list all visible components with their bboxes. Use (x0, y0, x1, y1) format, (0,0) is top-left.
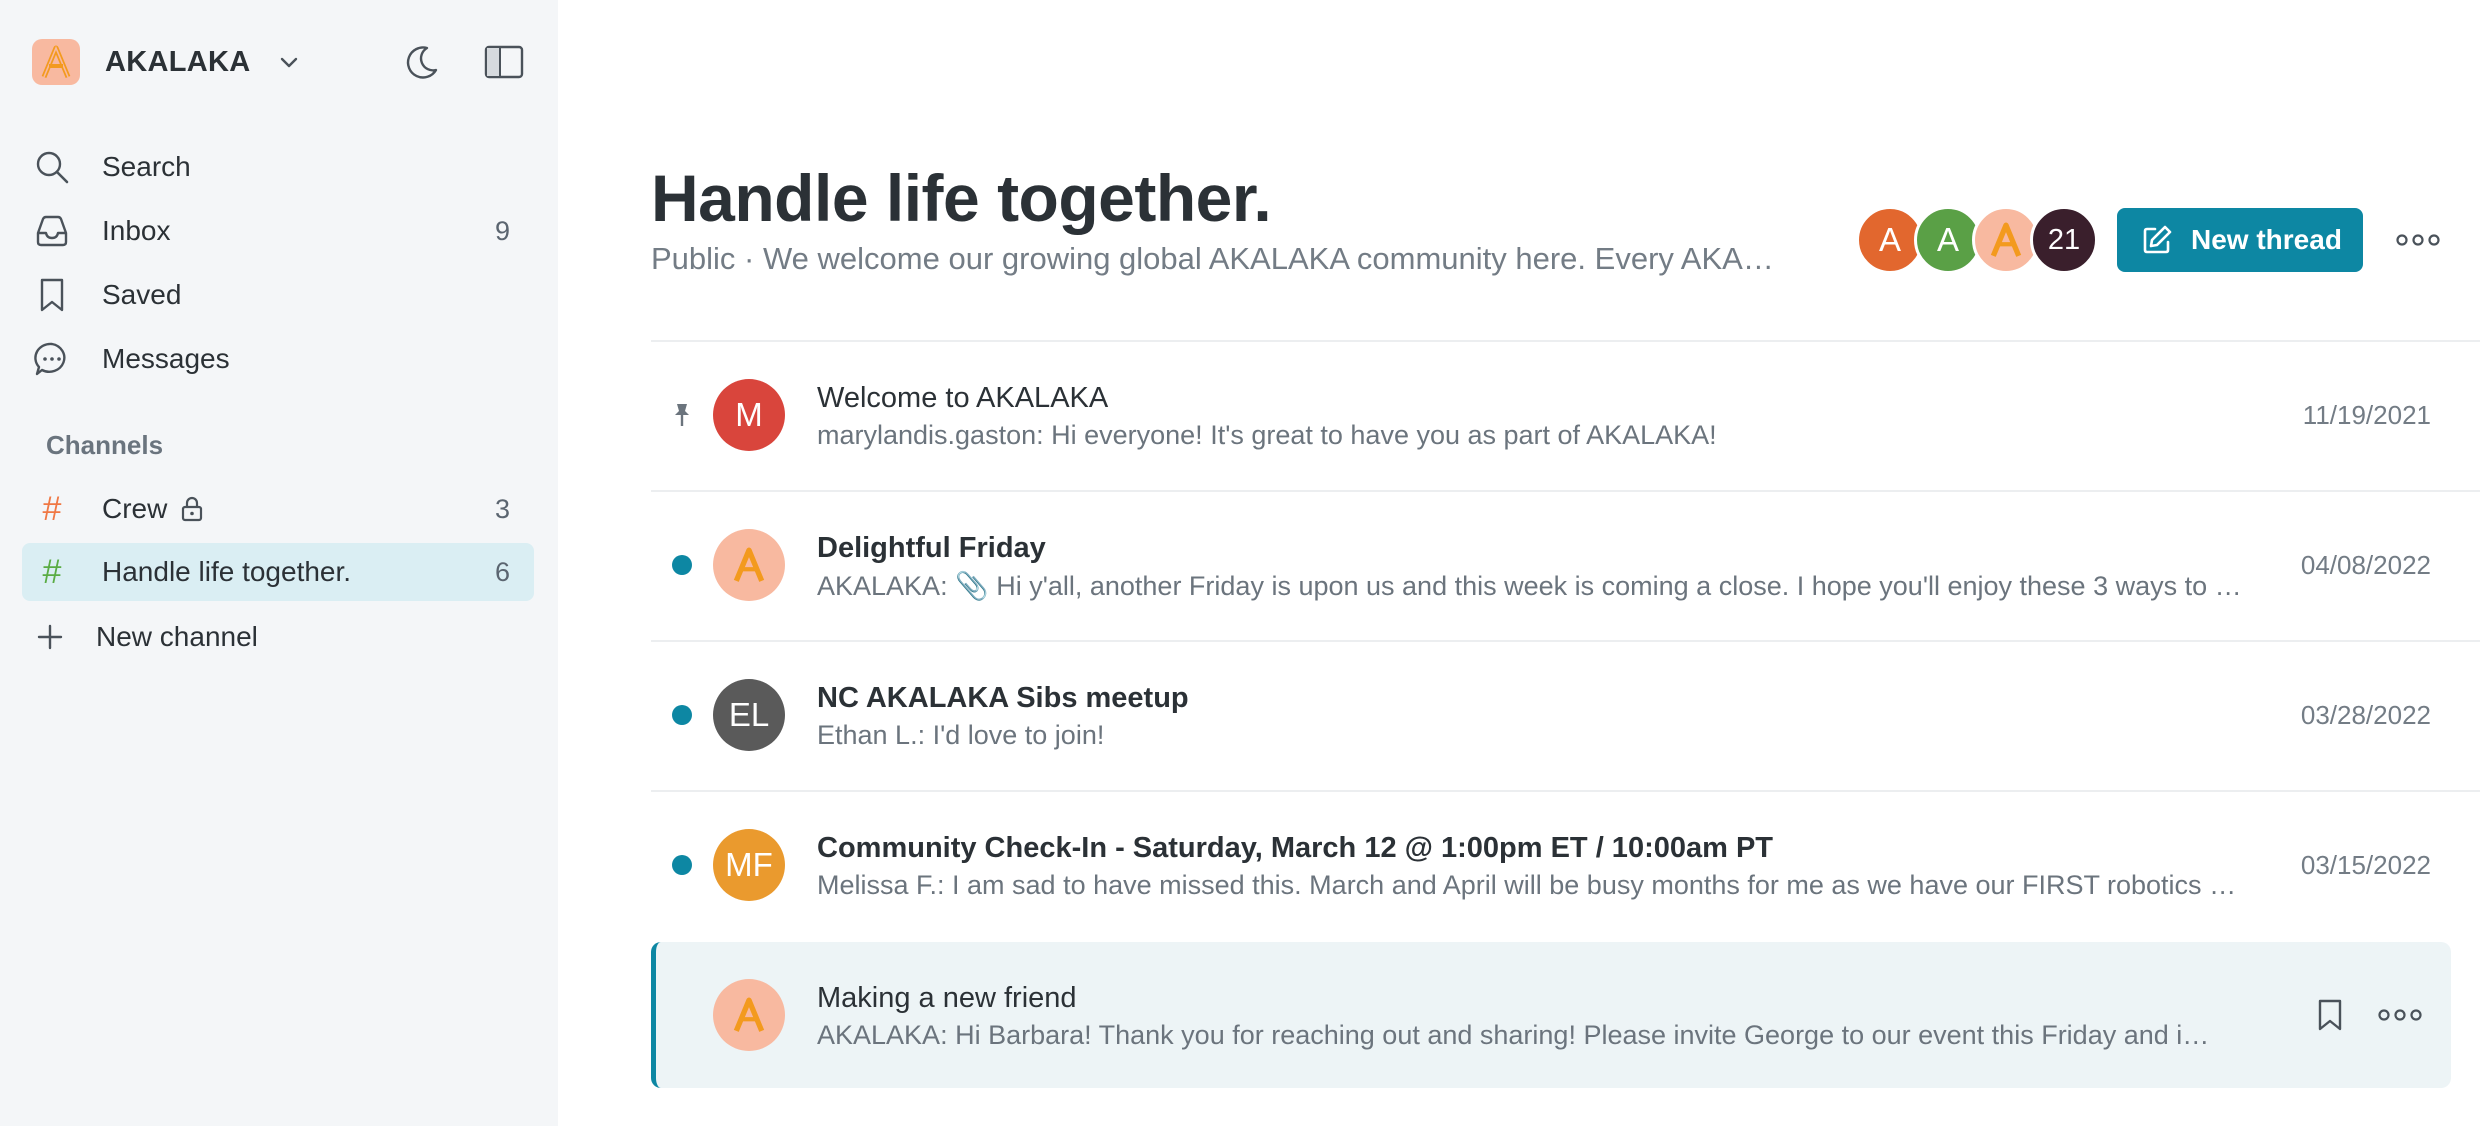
nav-inbox-label: Inbox (102, 215, 171, 246)
main-content: Handle life together. Public · We welcom… (558, 0, 2480, 1126)
hash-icon: # (42, 552, 62, 591)
bookmark-icon (22, 266, 82, 324)
sidebar-panel-icon (484, 45, 524, 79)
page-title: Handle life together. (651, 161, 1272, 235)
save-thread-button[interactable] (2305, 992, 2355, 1038)
unread-indicator (671, 854, 693, 876)
row-actions (2305, 992, 2425, 1038)
thread-snippet: Ethan L.: I'd love to join! (817, 720, 1105, 750)
nav-search[interactable]: Search (22, 138, 534, 196)
toggle-sidebar-button[interactable] (482, 40, 526, 84)
channel-count-badge: 3 (494, 493, 510, 524)
edit-icon (2141, 224, 2173, 256)
thread-title: Making a new friend (817, 982, 1077, 1014)
chevron-down-icon (276, 49, 302, 75)
nav-messages-label: Messages (102, 343, 230, 374)
avatar (713, 529, 785, 601)
inbox-icon (22, 202, 82, 260)
more-horizontal-icon (2378, 1009, 2422, 1021)
channel-name: Crew (102, 493, 168, 524)
hash-icon: # (42, 489, 62, 528)
inbox-count-badge: 9 (494, 215, 510, 246)
search-icon (22, 138, 82, 196)
channel-item-crew[interactable]: # Crew 3 (22, 480, 534, 538)
unread-indicator (671, 704, 693, 726)
thread-date: 03/15/2022 (2300, 850, 2431, 880)
workspace-logo (32, 39, 80, 85)
lock-icon (181, 496, 203, 522)
more-options-button[interactable] (2388, 218, 2448, 262)
thread-title: NC AKALAKA Sibs meetup (817, 682, 1189, 714)
nav-saved-label: Saved (102, 279, 182, 310)
channel-description: Public · We welcome our growing global A… (651, 241, 1791, 276)
thread-title: Community Check-In - Saturday, March 12 … (817, 832, 1774, 864)
thread-row[interactable]: Making a new friend AKALAKA: Hi Barbara!… (651, 942, 2451, 1088)
channel-name: Handle life together. (102, 556, 352, 587)
nav-saved[interactable]: Saved (22, 266, 534, 324)
thread-row[interactable]: MF Community Check-In - Saturday, March … (651, 792, 2451, 940)
thread-row[interactable]: Delightful Friday AKALAKA: 📎 Hi y'all, a… (651, 492, 2451, 640)
unread-indicator (671, 554, 693, 576)
akalaka-logo-icon (733, 997, 765, 1032)
thread-date: 11/19/2021 (2302, 400, 2431, 430)
avatar (713, 979, 785, 1051)
avatar: M (713, 379, 785, 451)
new-channel-button[interactable]: New channel (22, 608, 534, 666)
bookmark-icon (2318, 999, 2342, 1031)
sidebar: AKALAKA Search Inbox 9 Saved Messages Ch… (0, 0, 558, 1126)
akalaka-logo-icon (1990, 222, 2022, 257)
thread-snippet: AKALAKA: 📎 Hi y'all, another Friday is u… (817, 571, 2247, 601)
channel-count-badge: 6 (494, 556, 510, 587)
member-overflow-count: 21 (2030, 206, 2098, 274)
akalaka-logo-icon (733, 547, 765, 582)
member-avatars[interactable]: A A 21 (1856, 206, 2098, 274)
dark-mode-toggle[interactable] (400, 40, 444, 84)
workspace-switcher[interactable]: AKALAKA (32, 39, 302, 85)
avatar: MF (713, 829, 785, 901)
thread-more-button[interactable] (2375, 992, 2425, 1038)
akalaka-logo-icon (41, 45, 71, 78)
channel-item-handle-life-together[interactable]: # Handle life together. 6 (22, 543, 534, 601)
thread-date: 03/28/2022 (2300, 700, 2431, 730)
thread-title: Welcome to AKALAKA (817, 382, 1109, 414)
moon-icon (406, 46, 438, 79)
nav-messages[interactable]: Messages (22, 330, 534, 388)
thread-snippet: Melissa F.: I am sad to have missed this… (817, 870, 2247, 900)
avatar: EL (713, 679, 785, 751)
channels-section-title: Channels (46, 430, 164, 460)
more-horizontal-icon (2396, 234, 2440, 246)
thread-title: Delightful Friday (817, 532, 1046, 564)
new-channel-label: New channel (96, 621, 258, 652)
new-thread-label: New thread (2191, 224, 2342, 255)
thread-snippet: AKALAKA: Hi Barbara! Thank you for reach… (817, 1020, 2217, 1050)
thread-row[interactable]: EL NC AKALAKA Sibs meetup Ethan L.: I'd … (651, 642, 2451, 790)
plus-icon (22, 608, 78, 666)
nav-inbox[interactable]: Inbox 9 (22, 202, 534, 260)
nav-search-label: Search (102, 151, 191, 182)
chat-bubble-icon (22, 330, 82, 388)
thread-row[interactable]: M Welcome to AKALAKA marylandis.gaston: … (651, 342, 2451, 490)
pin-icon (671, 404, 693, 426)
new-thread-button[interactable]: New thread (2117, 208, 2363, 272)
thread-snippet: marylandis.gaston: Hi everyone! It's gre… (817, 420, 1717, 450)
workspace-name: AKALAKA (105, 45, 251, 78)
thread-date: 04/08/2022 (2300, 550, 2431, 580)
